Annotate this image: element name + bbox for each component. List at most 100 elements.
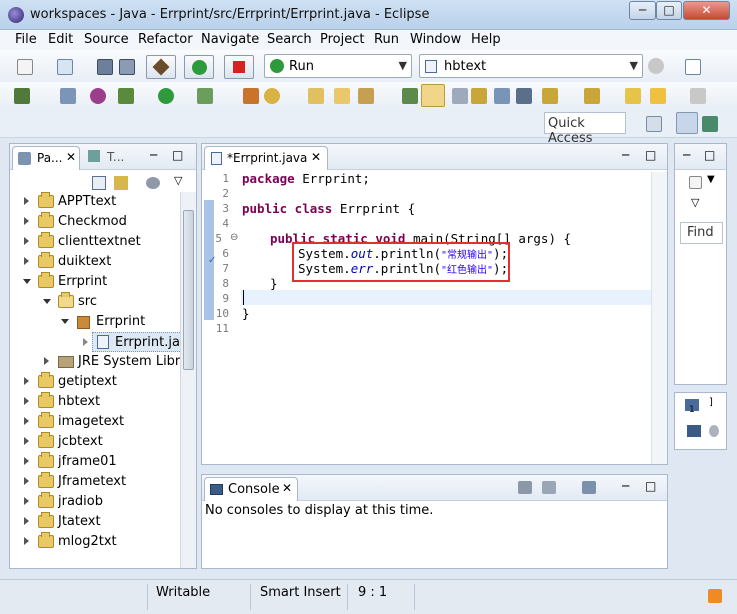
save-icon[interactable] [97,59,113,75]
expand-icon[interactable] [24,257,29,265]
previous-icon[interactable] [584,88,600,104]
expand-icon[interactable] [24,517,29,525]
maximize-button[interactable]: □ [656,1,682,20]
expand-icon[interactable] [24,397,29,405]
menu-refactor[interactable]: Refactor [138,32,193,47]
maximize-icon[interactable]: □ [172,148,183,162]
expand-icon[interactable] [24,437,29,445]
minimize-icon[interactable]: ─ [622,148,629,162]
close-button[interactable]: ✕ [683,1,730,20]
java-perspective-icon[interactable] [676,112,698,134]
mark-occurrences-icon[interactable] [421,84,445,107]
expand-icon[interactable] [24,537,29,545]
expand-icon[interactable] [24,477,29,485]
breakpoint-icon[interactable] [60,88,76,104]
build-icon[interactable] [146,55,176,79]
restore-icon[interactable]: ] [709,397,713,408]
new-class-icon[interactable] [264,88,280,104]
tree-item-selected[interactable]: Errprint.java [83,332,180,352]
expand-icon[interactable] [24,417,29,425]
debug-icon[interactable] [118,88,134,104]
window-icon[interactable] [685,59,701,75]
editor-scrollbar[interactable] [651,172,667,464]
forward-icon[interactable] [690,88,706,104]
menu-source[interactable]: Source [84,32,129,47]
code-line[interactable]: public class Errprint { [242,201,415,216]
open-perspective-icon[interactable] [646,116,662,132]
minimize-button[interactable]: ─ [629,1,656,20]
next-annotation-icon[interactable] [402,88,418,104]
tab-errprint-java[interactable]: *Errprint.java ✕ [204,146,328,170]
code-line[interactable]: package Errprint; [242,171,370,186]
run-icon[interactable] [184,55,214,79]
console-icon[interactable] [687,425,701,437]
gear-icon[interactable] [648,58,664,74]
menu-run[interactable]: Run [374,32,399,47]
view-menu-icon[interactable]: ▽ [174,174,182,187]
new-package-icon[interactable] [57,59,73,75]
minimize-icon[interactable]: ─ [150,148,157,162]
open-console-icon[interactable] [582,481,596,494]
fold-icon[interactable]: ⊖ [230,232,238,243]
view-menu-icon[interactable]: ▽ [691,196,699,209]
collapse-icon[interactable] [43,299,51,304]
menu-edit[interactable]: Edit [48,32,73,47]
stop-icon[interactable] [224,55,254,79]
collapse-all-icon[interactable] [92,176,106,190]
chevron-down-icon[interactable]: ▼ [707,174,715,185]
whitespace-icon[interactable] [494,88,510,104]
expand-icon[interactable] [24,217,29,225]
collapse-icon[interactable] [23,279,31,284]
display-console-icon[interactable] [542,481,556,494]
paragraph-icon[interactable] [516,88,532,104]
last-edit-icon[interactable] [625,88,641,104]
close-icon[interactable]: ✕ [282,481,292,495]
next-icon[interactable] [542,88,558,104]
expand-icon[interactable] [24,237,29,245]
run-configuration-combo[interactable]: Run ▼ [264,54,412,78]
coverage-icon[interactable] [197,88,213,104]
rss-icon[interactable] [708,589,722,603]
menu-search[interactable]: Search [267,32,312,47]
code-line[interactable]: } [270,276,278,291]
back-icon[interactable] [650,88,666,104]
menu-project[interactable]: Project [320,32,364,47]
menu-file[interactable]: File [15,32,37,47]
word-wrap-icon[interactable] [452,88,468,104]
close-icon[interactable]: ✕ [66,150,76,164]
pencil-icon[interactable] [358,88,374,104]
expand-icon[interactable] [44,357,49,365]
tab-package-explorer[interactable]: Pa... ✕ [12,146,80,170]
minimize-icon[interactable]: ─ [683,148,690,162]
filter-icon[interactable] [146,177,160,189]
menu-window[interactable]: Window [410,32,461,47]
tree-scrollbar[interactable] [180,192,196,568]
maximize-icon[interactable]: □ [704,148,715,162]
pin-console-icon[interactable] [518,481,532,494]
open-type-icon[interactable] [308,88,324,104]
skip-icon[interactable] [90,88,106,104]
debug-perspective-icon[interactable] [702,116,718,132]
minimize-icon[interactable]: ─ [622,479,629,493]
open-folder-icon[interactable] [334,88,350,104]
external-tools-icon[interactable] [243,88,259,104]
menu-navigate[interactable]: Navigate [201,32,259,47]
tab-type-hierarchy[interactable]: T... [107,150,124,164]
code-line[interactable]: } [242,306,250,321]
scrollbar-thumb[interactable] [183,210,194,370]
expand-icon[interactable] [24,497,29,505]
expand-icon[interactable] [83,338,88,346]
close-icon[interactable]: ✕ [311,150,321,164]
expand-icon[interactable] [24,197,29,205]
maximize-icon[interactable]: □ [645,479,656,493]
problems-icon[interactable] [709,425,719,437]
link-editor-icon[interactable] [114,176,128,190]
run-icon[interactable] [158,88,174,104]
menu-help[interactable]: Help [471,32,501,47]
new-icon[interactable] [17,59,33,75]
find-field[interactable]: Find [680,222,723,244]
tab-console[interactable]: Console ✕ [204,477,298,501]
project-combo[interactable]: hbtext ▼ [419,54,643,78]
maximize-icon[interactable]: □ [645,148,656,162]
toggle-icon[interactable] [14,88,30,104]
